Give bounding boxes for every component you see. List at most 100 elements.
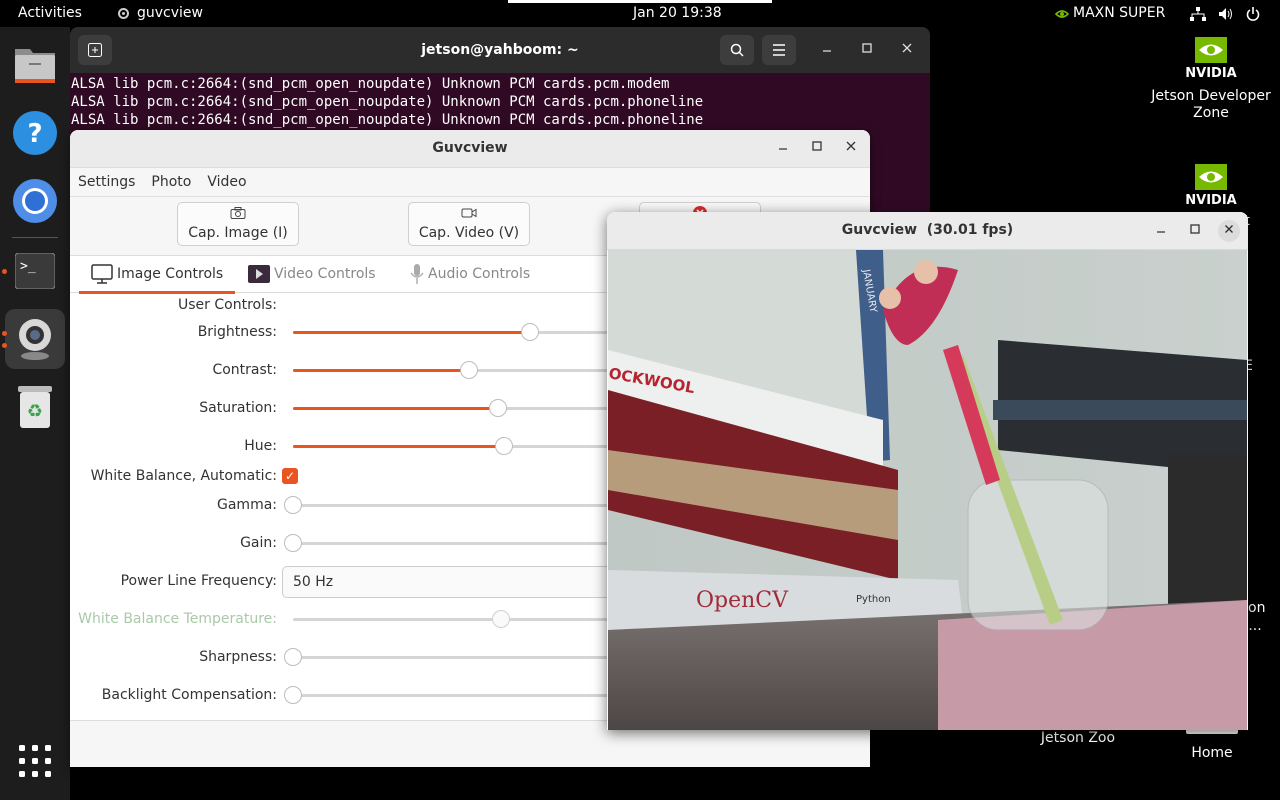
hamburger-menu-button[interactable] — [762, 35, 796, 65]
video-maximize-button[interactable] — [1184, 220, 1206, 242]
control-checkbox[interactable]: ✓ — [282, 468, 298, 484]
terminal-close-button[interactable] — [902, 41, 912, 57]
nvidia-logo-icon: NVIDIA — [1183, 35, 1239, 84]
control-slider[interactable] — [284, 534, 613, 552]
control-label: White Balance Temperature: — [78, 611, 277, 627]
microphone-icon — [410, 263, 424, 284]
control-label: Brightness: — [197, 324, 277, 340]
slider-handle[interactable] — [521, 323, 539, 341]
terminal-icon: >_ — [15, 253, 55, 289]
slider-handle — [492, 610, 510, 628]
controls-close-button[interactable] — [846, 139, 856, 155]
close-icon — [902, 43, 912, 53]
webcam-icon — [19, 319, 51, 360]
control-slider[interactable] — [284, 686, 613, 704]
app-menu-icon — [118, 8, 129, 19]
tab-video-controls[interactable]: Video Controls — [248, 256, 376, 291]
power-icon — [1246, 6, 1260, 21]
capture-video-label: Cap. Video (V) — [418, 225, 520, 241]
dock-terminal[interactable]: >_ — [5, 241, 65, 301]
camera-icon — [178, 203, 298, 225]
video-header[interactable]: Guvcview (30.01 fps) — [607, 212, 1248, 250]
control-label: White Balance, Automatic: — [90, 468, 277, 484]
power-mode-indicator[interactable]: MAXN SUPER — [1055, 0, 1165, 27]
tab-image-controls[interactable]: Image Controls — [79, 256, 236, 294]
control-slider[interactable] — [284, 648, 613, 666]
control-label: Gain: — [240, 535, 277, 551]
terminal-header[interactable]: jetson@yahboom: ~ — [70, 27, 930, 73]
tab-label: Video Controls — [274, 265, 376, 282]
desktop-icon-label-partial: on — [1248, 600, 1266, 616]
camera-preview[interactable]: JANUARY OCKWOOL OpenCV Python — [608, 250, 1247, 730]
slider-handle[interactable] — [495, 437, 513, 455]
capture-image-button[interactable]: Cap. Image (I) — [177, 202, 299, 246]
running-indicator — [2, 269, 7, 274]
dock-help[interactable]: ? — [5, 103, 65, 163]
video-minimize-button[interactable] — [1150, 220, 1172, 242]
dock-show-apps[interactable] — [5, 731, 65, 791]
capture-video-button[interactable]: Cap. Video (V) — [408, 202, 530, 246]
slider-fill — [293, 331, 530, 334]
nvidia-logo-icon: NVIDIA — [1183, 162, 1239, 211]
video-close-button[interactable] — [1218, 220, 1240, 242]
control-label: Backlight Compensation: — [101, 687, 277, 703]
control-slider[interactable] — [293, 361, 613, 379]
control-slider — [293, 610, 613, 628]
svg-text:?: ? — [27, 119, 42, 149]
terminal-maximize-button[interactable] — [862, 41, 872, 57]
control-slider[interactable] — [293, 399, 613, 417]
menu-settings[interactable]: Settings — [70, 168, 143, 196]
dock-chromium[interactable] — [5, 171, 65, 231]
terminal-output[interactable]: ALSA lib pcm.c:2664:(snd_pcm_open_noupda… — [70, 73, 930, 129]
desktop-icon-jetson-zoo[interactable]: Jetson Zoo — [1018, 730, 1138, 747]
svg-text:>_: >_ — [20, 259, 36, 274]
slider-handle[interactable] — [460, 361, 478, 379]
control-combo[interactable]: 50 Hz — [282, 566, 622, 598]
desktop-icon-jetson-developer-zone[interactable]: NVIDIA Jetson Developer Zone — [1151, 35, 1271, 122]
network-icon — [1190, 6, 1206, 21]
terminal-minimize-button[interactable] — [822, 41, 832, 57]
menu-photo[interactable]: Photo — [143, 168, 199, 196]
tab-label: Image Controls — [117, 265, 224, 282]
menu-video[interactable]: Video — [199, 168, 254, 196]
dock-trash[interactable]: ♻ — [5, 377, 65, 437]
controls-header[interactable]: Guvcview — [70, 130, 870, 168]
figurine-head — [879, 287, 901, 309]
control-slider[interactable] — [293, 437, 613, 455]
control-label: Gamma: — [217, 497, 277, 513]
guvcview-video-window[interactable]: Guvcview (30.01 fps) JANUARY OCKWOOL Ope… — [607, 212, 1248, 730]
control-slider[interactable] — [293, 323, 613, 341]
clock[interactable]: Jan 20 19:38 — [633, 0, 722, 27]
dock-files[interactable] — [5, 35, 65, 95]
slider-handle[interactable] — [284, 686, 302, 704]
slider-handle[interactable] — [284, 534, 302, 552]
maximize-icon — [1190, 224, 1200, 234]
desktop-icon-home[interactable]: Home — [1152, 745, 1272, 762]
slider-handle[interactable] — [284, 496, 302, 514]
desktop-icon-nvidia-2[interactable]: NVIDIA — [1151, 162, 1271, 215]
control-label: Power Line Frequency: — [120, 573, 277, 589]
tab-audio-controls[interactable]: Audio Controls — [410, 256, 530, 291]
slider-handle[interactable] — [489, 399, 507, 417]
help-icon: ? — [13, 111, 57, 155]
terminal-line: ALSA lib pcm.c:2664:(snd_pcm_open_noupda… — [71, 94, 704, 110]
book-title: OpenCV — [696, 588, 789, 613]
control-slider[interactable] — [284, 496, 613, 514]
dock-separator — [12, 237, 58, 238]
activities-button[interactable]: Activities — [18, 0, 82, 27]
controls-minimize-button[interactable] — [778, 139, 788, 155]
show-apps-icon — [19, 745, 51, 777]
video-camera-icon — [409, 203, 529, 225]
controls-maximize-button[interactable] — [812, 139, 822, 155]
dock-guvcview[interactable] — [5, 309, 65, 369]
app-indicator[interactable]: guvcview — [118, 0, 203, 27]
system-tray[interactable] — [1190, 0, 1260, 27]
section-label: User Controls: — [178, 297, 277, 313]
top-bar: Activities guvcview Jan 20 19:38 MAXN SU… — [0, 0, 1280, 27]
control-label: Sharpness: — [199, 649, 277, 665]
minimize-icon — [823, 50, 831, 52]
close-icon — [846, 141, 856, 151]
search-button[interactable] — [720, 35, 754, 65]
nvidia-logo-text: NVIDIA — [1185, 193, 1236, 206]
slider-handle[interactable] — [284, 648, 302, 666]
